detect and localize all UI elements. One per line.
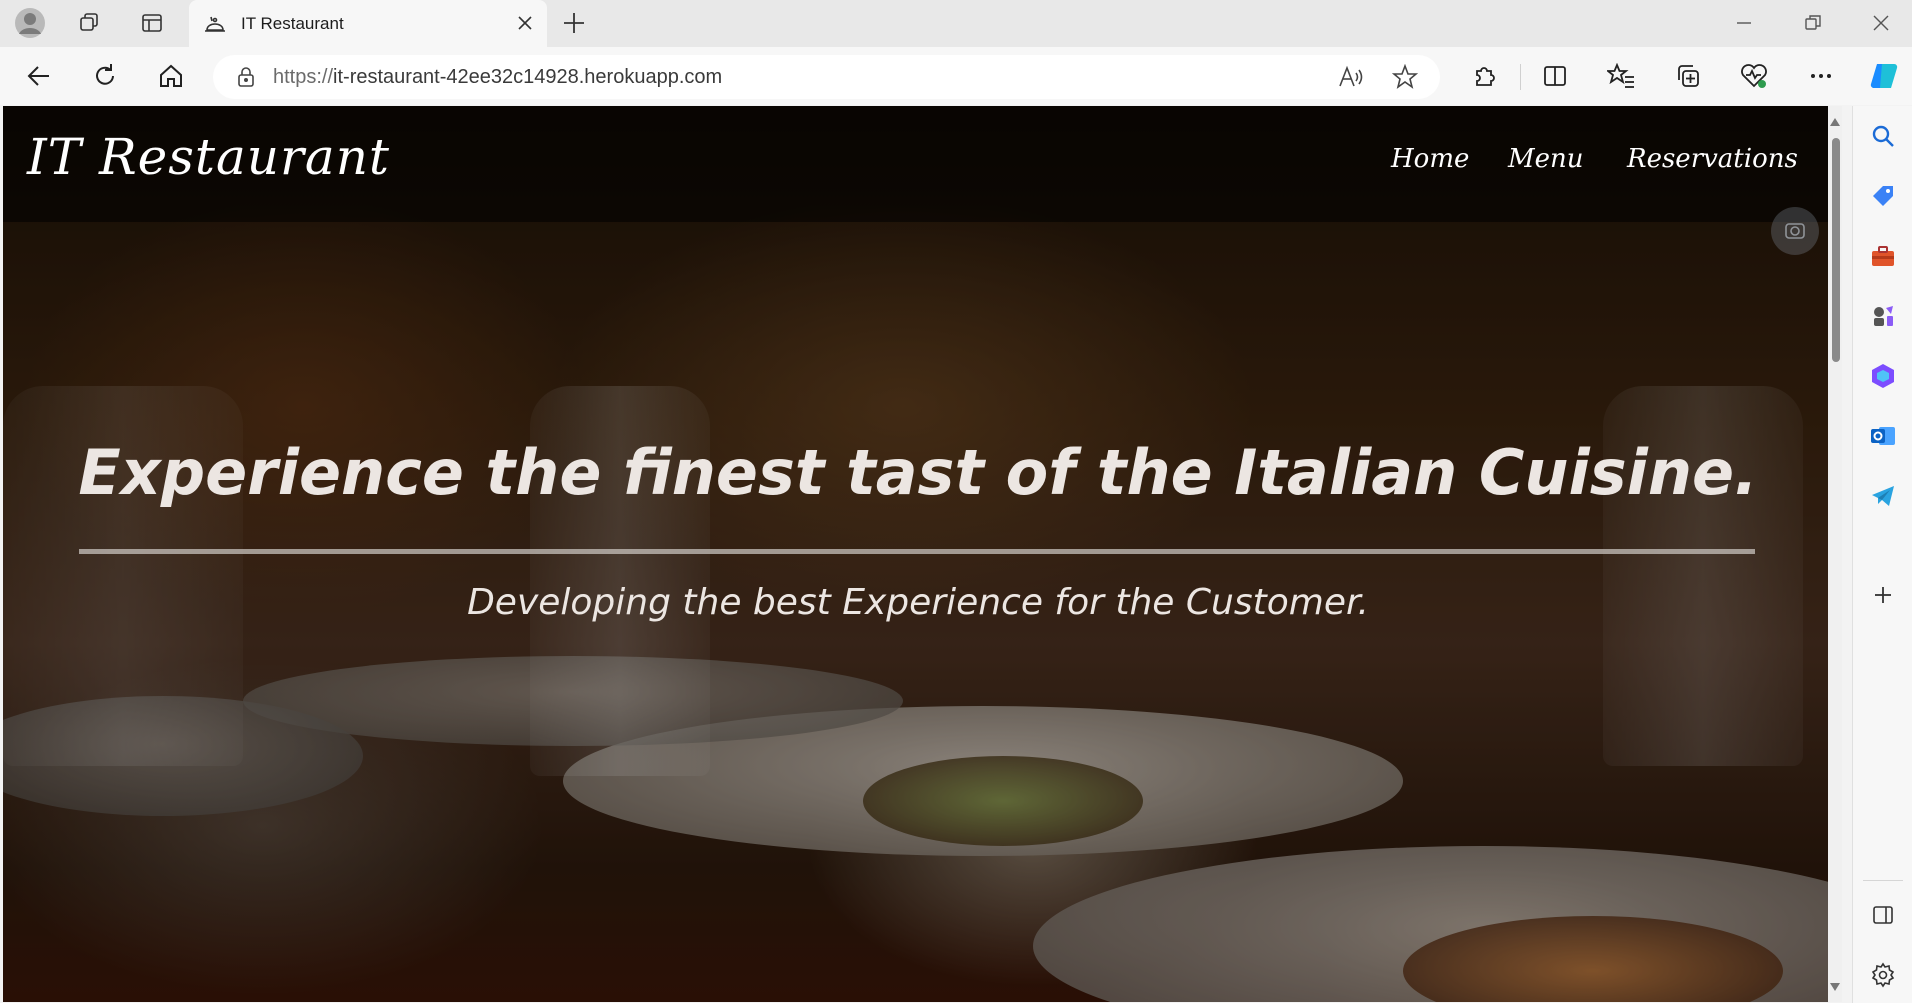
profile-avatar-icon[interactable] <box>12 5 48 41</box>
toolbar-divider <box>1520 64 1521 90</box>
tab-actions-icon[interactable] <box>134 5 170 41</box>
back-icon[interactable] <box>21 58 57 94</box>
read-aloud-icon[interactable] <box>1338 65 1364 89</box>
scroll-up-icon[interactable] <box>1829 114 1841 132</box>
outlook-icon[interactable] <box>1865 418 1901 454</box>
sidebar-divider <box>1863 880 1903 881</box>
tab-it-restaurant[interactable]: IT Restaurant <box>189 0 547 47</box>
hero-subtitle: Developing the best Experience for the C… <box>467 582 1369 623</box>
scroll-down-icon[interactable] <box>1829 979 1841 997</box>
visual-search-icon[interactable] <box>1771 207 1819 255</box>
copilot-icon[interactable] <box>1866 58 1902 94</box>
url-text[interactable]: https://it-restaurant-42ee32c14928.herok… <box>273 66 722 89</box>
refresh-icon[interactable] <box>87 58 123 94</box>
scroll-thumb[interactable] <box>1832 138 1840 362</box>
settings-icon[interactable] <box>1865 957 1901 993</box>
close-tab-icon[interactable] <box>513 11 537 35</box>
tab-title: IT Restaurant <box>241 13 344 33</box>
tools-icon[interactable] <box>1865 238 1901 274</box>
new-tab-icon[interactable] <box>556 5 592 41</box>
nav-menu[interactable]: Menu <box>1508 144 1584 174</box>
minimize-icon[interactable] <box>1721 6 1767 40</box>
sidebar-toggle-icon[interactable] <box>1865 897 1901 933</box>
split-screen-icon[interactable] <box>1537 58 1573 94</box>
site-favicon-icon <box>203 12 227 36</box>
workspaces-icon[interactable] <box>71 5 107 41</box>
collections-icon[interactable] <box>1670 58 1706 94</box>
extensions-icon[interactable] <box>1466 58 1502 94</box>
url-host: it-restaurant-42ee32c14928.herokuapp.com <box>333 65 723 88</box>
address-bar[interactable]: https://it-restaurant-42ee32c14928.herok… <box>213 55 1440 99</box>
web-page: IT Restaurant Home Menu Reservations Exp… <box>3 106 1828 1002</box>
lock-icon[interactable] <box>235 66 257 88</box>
site-brand[interactable]: IT Restaurant <box>27 128 390 186</box>
microsoft-365-icon[interactable] <box>1865 358 1901 394</box>
hero-dark-overlay <box>3 106 1828 1002</box>
favorites-icon[interactable] <box>1603 58 1639 94</box>
url-protocol: https:// <box>273 65 334 88</box>
close-window-icon[interactable] <box>1858 6 1904 40</box>
browser-essentials-icon[interactable] <box>1736 58 1772 94</box>
shopping-icon[interactable] <box>1865 178 1901 214</box>
hero-title: Experience the finest tast of the Italia… <box>78 436 1758 509</box>
hero-divider <box>79 549 1755 554</box>
nav-home[interactable]: Home <box>1391 144 1469 174</box>
more-icon[interactable] <box>1803 58 1839 94</box>
telegram-icon[interactable] <box>1865 478 1901 514</box>
nav-reservations[interactable]: Reservations <box>1627 144 1798 174</box>
games-icon[interactable] <box>1865 298 1901 334</box>
search-icon[interactable] <box>1865 118 1901 154</box>
favorite-star-icon[interactable] <box>1392 64 1418 90</box>
add-icon[interactable] <box>1865 577 1901 613</box>
restore-icon[interactable] <box>1790 6 1836 40</box>
home-icon[interactable] <box>153 58 189 94</box>
